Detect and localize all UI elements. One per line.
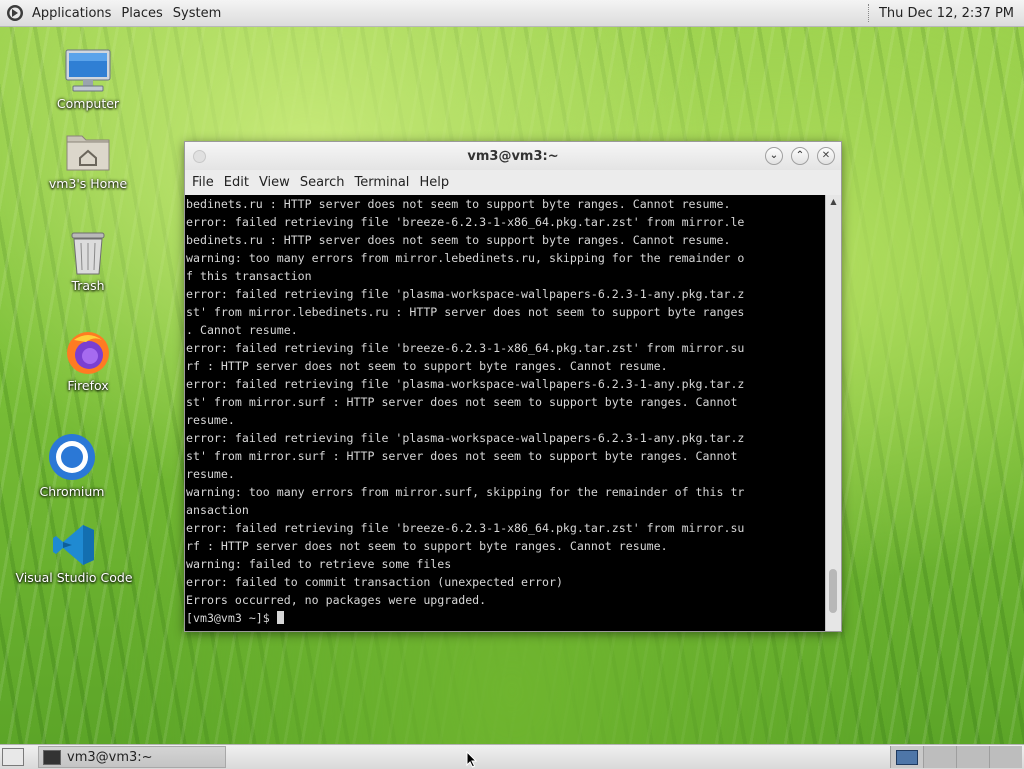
terminal-line: bedinets.ru : HTTP server does not seem … [186, 197, 731, 211]
terminal-line: st' from mirror.surf : HTTP server does … [186, 449, 738, 463]
workspace-1[interactable] [890, 746, 923, 768]
text-cursor [276, 611, 284, 624]
desktop-icon-computer[interactable]: Computer [28, 48, 148, 111]
mouse-pointer-icon [466, 751, 478, 768]
desktop-icon-chromium[interactable]: Chromium [12, 432, 132, 499]
terminal-line: rf : HTTP server does not seem to suppor… [186, 539, 668, 553]
computer-icon [65, 49, 111, 92]
desktop-icon-home[interactable]: vm3's Home [28, 130, 148, 191]
terminal-line: error: failed retrieving file 'plasma-wo… [186, 287, 745, 301]
terminal-scrollbar[interactable]: ▲ [825, 195, 841, 631]
taskbar-item-label: vm3@vm3:~ [67, 749, 153, 765]
workspace-window-thumbnail [896, 749, 918, 765]
terminal-line: rf : HTTP server does not seem to suppor… [186, 359, 668, 373]
distro-logo-icon[interactable] [6, 4, 24, 22]
desktop-icon-vscode[interactable]: Visual Studio Code [14, 522, 134, 585]
terminal-line: st' from mirror.surf : HTTP server does … [186, 395, 738, 409]
menu-search[interactable]: Search [295, 175, 350, 190]
desktop-icon-label: vm3's Home [48, 176, 128, 191]
window-menu-icon[interactable] [193, 150, 206, 163]
top-panel: Applications Places System Thu Dec 12, 2… [0, 0, 1024, 27]
terminal-line: resume. [186, 413, 235, 427]
firefox-icon [67, 332, 109, 374]
terminal-line: st' from mirror.lebedinets.ru : HTTP ser… [186, 305, 745, 319]
terminal-window[interactable]: vm3@vm3:~ ⌄ ⌃ ✕ File Edit View Search Te… [184, 141, 842, 632]
terminal-line: Errors occurred, no packages were upgrad… [186, 593, 487, 607]
menu-edit[interactable]: Edit [219, 175, 254, 190]
taskbar-item-terminal[interactable]: vm3@vm3:~ [38, 746, 226, 768]
terminal-line: f this transaction [186, 269, 312, 283]
terminal-line: error: failed to commit transaction (une… [186, 575, 563, 589]
desktop-icon-label: Visual Studio Code [15, 570, 133, 585]
desktop-icon-firefox[interactable]: Firefox [28, 328, 148, 393]
terminal-line: error: failed retrieving file 'plasma-wo… [186, 377, 745, 391]
terminal-prompt-line[interactable]: [vm3@vm3 ~]$ [186, 609, 825, 627]
terminal-line: warning: failed to retrieve some files [186, 557, 452, 571]
workspace-switcher[interactable] [890, 746, 1022, 768]
window-titlebar[interactable]: vm3@vm3:~ ⌄ ⌃ ✕ [185, 142, 841, 170]
terminal-line: resume. [186, 467, 235, 481]
terminal-menubar: File Edit View Search Terminal Help [185, 170, 841, 194]
desktop-icon-label: Firefox [67, 378, 109, 393]
terminal-line: error: failed retrieving file 'plasma-wo… [186, 431, 745, 445]
system-menu[interactable]: System [169, 6, 225, 21]
terminal-line: warning: too many errors from mirror.sur… [186, 485, 745, 499]
desktop-icon-label: Trash [71, 278, 105, 293]
chromium-icon [49, 434, 95, 480]
scrollbar-thumb[interactable] [829, 569, 837, 613]
terminal-line: . Cannot resume. [186, 323, 298, 337]
menu-file[interactable]: File [187, 175, 219, 190]
workspace-2[interactable] [923, 746, 956, 768]
bottom-panel: vm3@vm3:~ [0, 744, 1024, 769]
workspace-4[interactable] [989, 746, 1022, 768]
menu-terminal[interactable]: Terminal [349, 175, 414, 190]
home-folder-icon [66, 135, 110, 171]
trash-icon [71, 232, 105, 275]
menu-help[interactable]: Help [414, 175, 454, 190]
vscode-icon [53, 525, 94, 565]
clock[interactable]: Thu Dec 12, 2:37 PM [879, 6, 1014, 21]
menu-view[interactable]: View [254, 175, 295, 190]
desktop-icon-label: Computer [56, 96, 120, 111]
workspace-3[interactable] [956, 746, 989, 768]
minimize-button[interactable]: ⌄ [765, 147, 783, 165]
terminal-icon [43, 749, 61, 765]
terminal-output[interactable]: bedinets.ru : HTTP server does not seem … [185, 195, 825, 631]
applications-menu[interactable]: Applications [28, 6, 115, 21]
scroll-up-arrow-icon[interactable]: ▲ [826, 195, 841, 209]
close-button[interactable]: ✕ [817, 147, 835, 165]
places-menu[interactable]: Places [117, 6, 166, 21]
desktop-icon-trash[interactable]: Trash [28, 230, 148, 293]
desktop-icon-label: Chromium [39, 484, 105, 499]
maximize-button[interactable]: ⌃ [791, 147, 809, 165]
shell-prompt: [vm3@vm3 ~]$ [186, 611, 277, 625]
terminal-line: ansaction [186, 503, 249, 517]
window-controls: ⌄ ⌃ ✕ [765, 147, 835, 165]
show-desktop-button[interactable] [2, 748, 24, 766]
terminal-lines: bedinets.ru : HTTP server does not seem … [186, 195, 825, 609]
window-title: vm3@vm3:~ [467, 148, 559, 164]
terminal-line: error: failed retrieving file 'breeze-6.… [186, 215, 745, 229]
panel-separator [867, 4, 871, 22]
terminal-line: error: failed retrieving file 'breeze-6.… [186, 341, 745, 355]
terminal-line: error: failed retrieving file 'breeze-6.… [186, 521, 745, 535]
terminal-line: warning: too many errors from mirror.leb… [186, 251, 745, 265]
terminal-line: bedinets.ru : HTTP server does not seem … [186, 233, 731, 247]
